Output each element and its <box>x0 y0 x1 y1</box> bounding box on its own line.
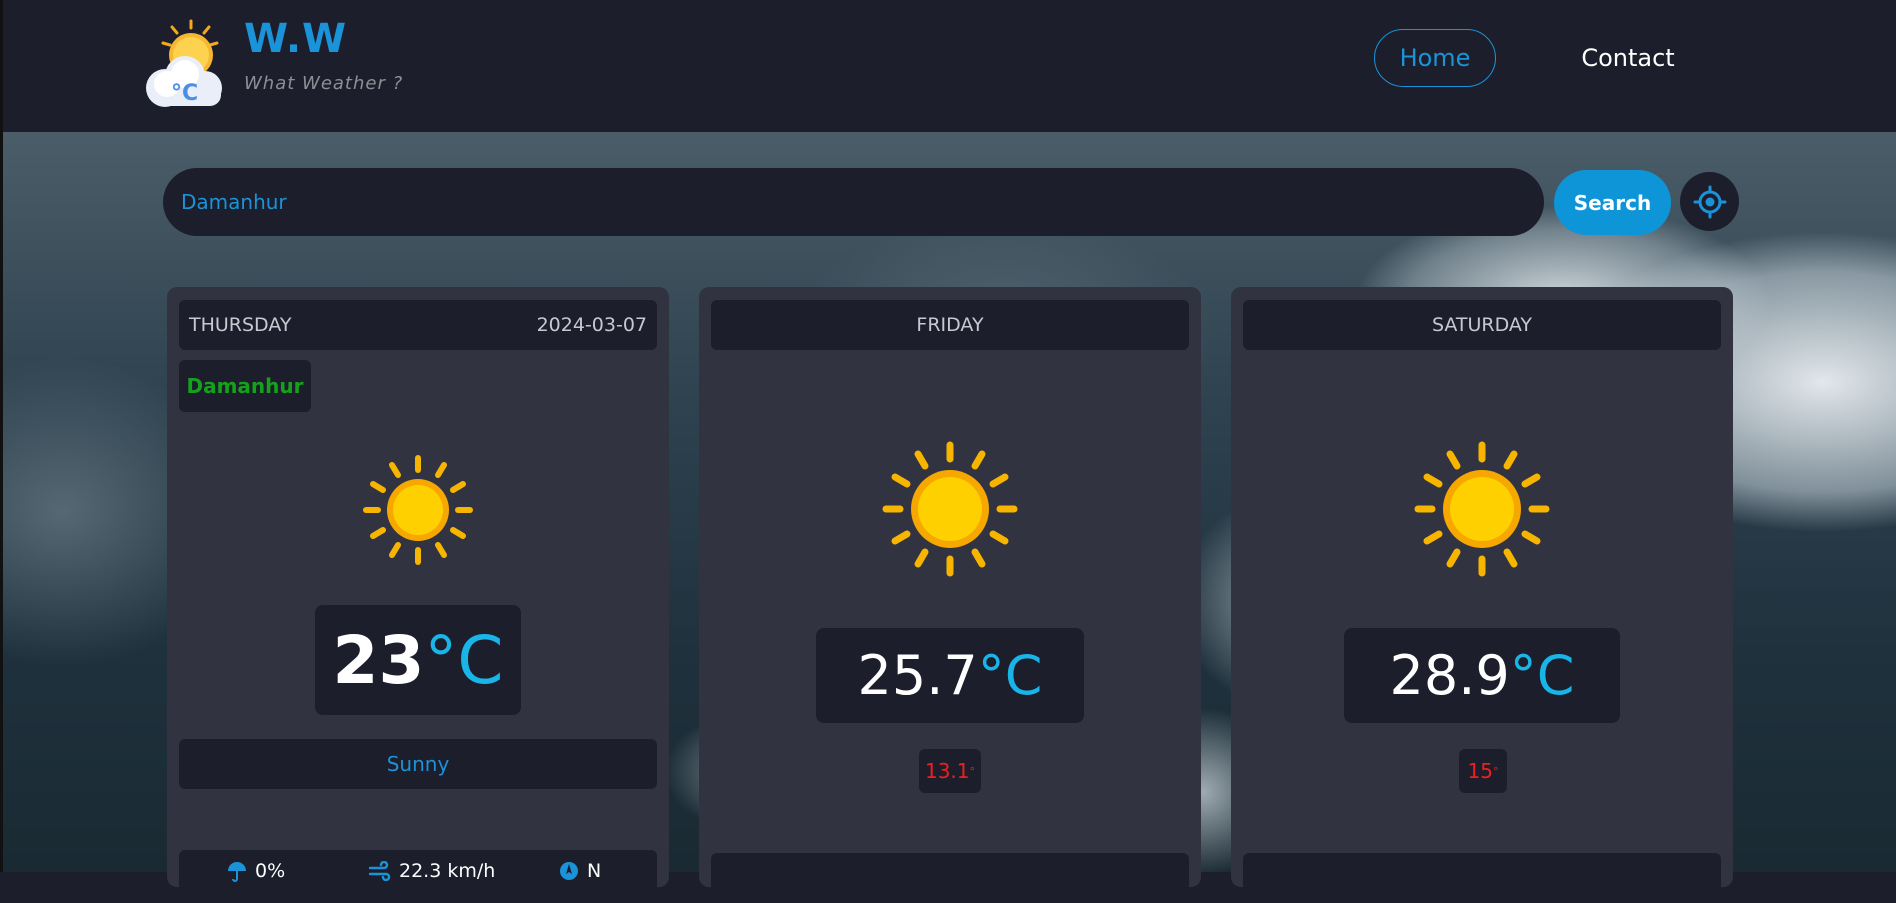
day-label: THURSDAY <box>189 314 292 336</box>
nav-home-link[interactable]: Home <box>1374 29 1496 87</box>
svg-text:°C: °C <box>171 81 198 106</box>
min-temperature-unit: ° <box>969 764 976 778</box>
card-header: SATURDAY <box>1243 300 1721 350</box>
rain-stat: 0% <box>227 860 285 882</box>
max-temperature: 25.7 °C <box>816 628 1084 723</box>
sun-icon <box>1414 441 1550 577</box>
compass-icon <box>560 862 578 880</box>
rain-value: 0% <box>255 860 286 882</box>
condition-bar <box>711 853 1189 903</box>
wind-direction-stat: N <box>559 860 601 882</box>
day-label: SATURDAY <box>1431 314 1533 336</box>
sun-cloud-celsius-icon: °C <box>146 19 222 107</box>
temperature-unit: °C <box>977 644 1043 707</box>
min-temperature-value: 13.1 <box>924 759 970 783</box>
umbrella-icon <box>228 862 246 882</box>
condition-bar <box>1243 853 1721 903</box>
navbar: °C W.W What Weather ? Home Contact <box>0 0 1896 132</box>
forecast-card-day-2: FRIDAY 25.7 °C 13.1 ° <box>699 287 1201 903</box>
min-temperature: 15 ° <box>1459 749 1507 793</box>
weather-stats-bar: 0% 22.3 km/h N <box>179 850 657 900</box>
city-search-input[interactable] <box>163 168 1544 236</box>
wind-icon <box>369 861 391 881</box>
card-header: THURSDAY 2024-03-07 <box>179 300 657 350</box>
brand-title[interactable]: W.W <box>244 16 347 62</box>
brand-subtitle: What Weather ? <box>244 73 404 94</box>
forecast-card-today: THURSDAY 2024-03-07 Damanhur 23°C Sunny <box>167 287 669 900</box>
min-temperature-unit: ° <box>1492 764 1499 778</box>
temperature-value: 25.7 <box>857 644 978 707</box>
wind-direction-value: N <box>587 860 602 882</box>
day-label: FRIDAY <box>916 314 984 336</box>
temperature-unit: °C <box>1509 644 1575 707</box>
condition-label: Sunny <box>179 739 657 789</box>
crosshair-locate-icon <box>1693 185 1726 218</box>
search-button[interactable]: Search <box>1554 170 1671 235</box>
min-temperature-value: 15 <box>1467 759 1493 783</box>
temperature-unit: °C <box>424 621 504 699</box>
min-temperature: 13.1 ° <box>919 749 981 793</box>
sun-icon <box>363 455 473 565</box>
temperature-value: 23 <box>332 621 425 699</box>
wind-stat: 22.3 km/h <box>369 860 495 882</box>
wind-value: 22.3 km/h <box>399 860 496 882</box>
card-header: FRIDAY <box>711 300 1189 350</box>
nav-contact-link[interactable]: Contact <box>1563 29 1693 87</box>
sun-icon <box>882 441 1018 577</box>
temperature-value: 28.9 <box>1389 644 1510 707</box>
city-badge: Damanhur <box>179 360 311 412</box>
max-temperature: 28.9 °C <box>1344 628 1620 723</box>
current-temperature: 23 °C <box>315 605 521 715</box>
forecast-card-day-3: SATURDAY 28.9 °C 15 ° <box>1231 287 1733 903</box>
date-label: 2024-03-07 <box>536 314 647 336</box>
locate-button[interactable] <box>1680 172 1739 231</box>
